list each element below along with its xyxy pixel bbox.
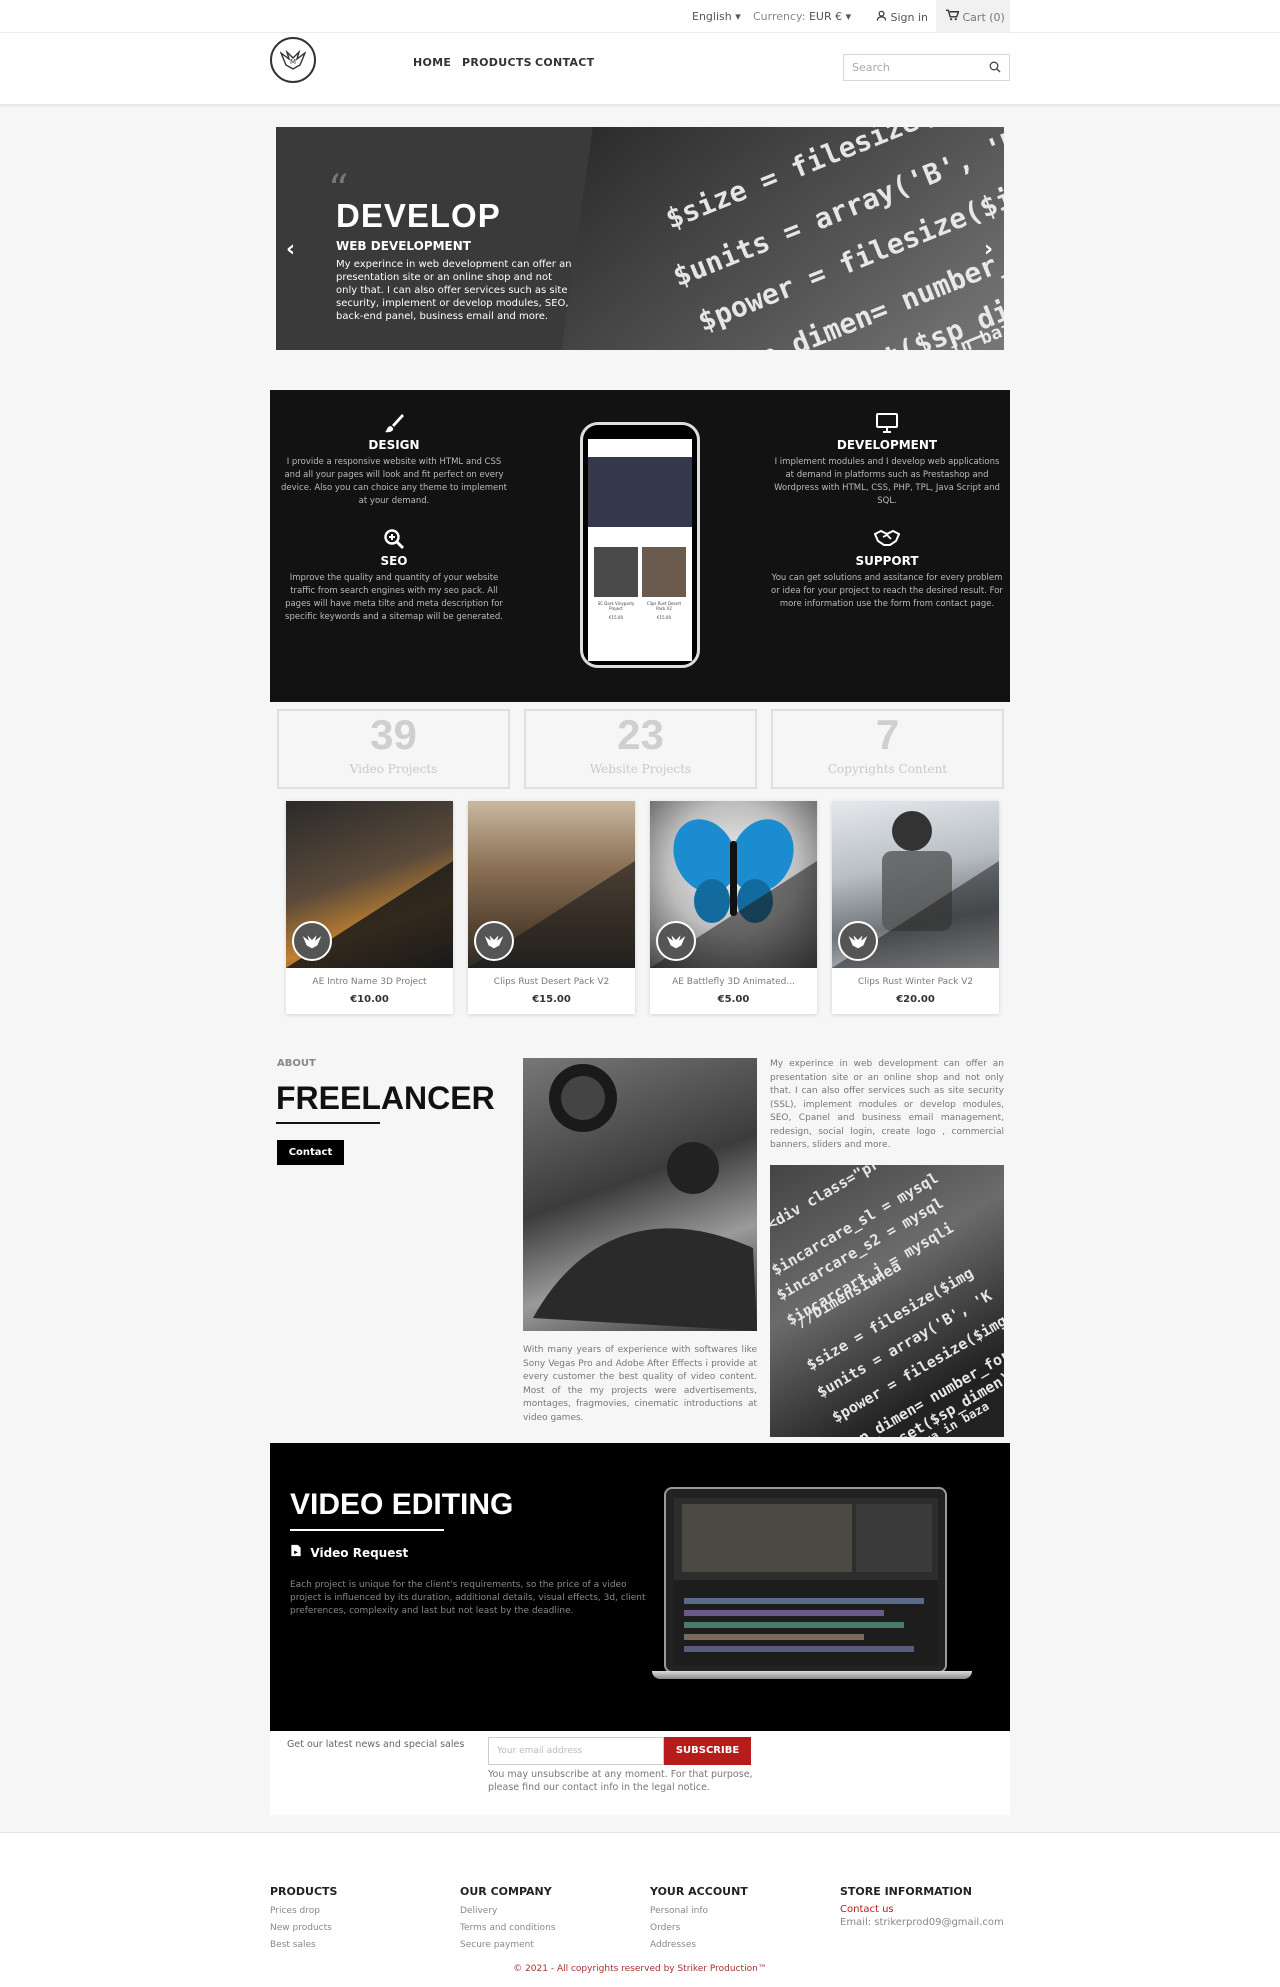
brand-logo-icon	[656, 921, 696, 961]
footer-account: YOUR ACCOUNT Personal info Orders Addres…	[650, 1885, 748, 1954]
phone-mockup-image: SC Dark Vinyparty Project €15.00 Clips R…	[580, 422, 700, 668]
video-text: Each project is unique for the client's …	[290, 1580, 646, 1616]
laptop-mockup-image	[652, 1487, 972, 1679]
brand-logo-icon	[838, 921, 878, 961]
brush-icon	[278, 412, 510, 436]
footer-company: OUR COMPANY Delivery Terms and condition…	[460, 1885, 555, 1954]
menu-home[interactable]: HOME	[413, 56, 451, 69]
user-icon	[876, 10, 891, 24]
video-title: VIDEO EDITING	[290, 1488, 514, 1521]
document-icon	[290, 1544, 306, 1560]
service-design: DESIGN I provide a responsive website wi…	[278, 412, 510, 508]
site-logo[interactable]: M	[270, 37, 316, 83]
currency-selector[interactable]: Currency: EUR € ▾	[753, 10, 851, 23]
cart-icon	[946, 9, 963, 24]
menu-contact[interactable]: CONTACT	[535, 56, 594, 69]
brand-logo-icon	[292, 921, 332, 961]
footer-link[interactable]: New products	[270, 1920, 337, 1937]
product-price: €5.00	[717, 994, 750, 1005]
search-icon[interactable]	[989, 61, 1001, 76]
service-seo: SEO Improve the quality and quantity of …	[278, 528, 510, 624]
contact-button[interactable]: Contact	[277, 1140, 344, 1165]
footer-link[interactable]: Orders	[650, 1920, 748, 1937]
header	[0, 33, 1280, 104]
chevron-right-icon[interactable]: ›	[984, 237, 993, 262]
contact-us-link[interactable]: Contact us	[840, 1903, 1004, 1916]
copyright: © 2021 - All copyrights reserved by Stri…	[513, 1964, 767, 1974]
email-field[interactable]: Your email address	[488, 1737, 664, 1765]
zoom-in-icon	[278, 528, 510, 552]
sign-in-link[interactable]: Sign in	[876, 10, 928, 24]
handshake-icon	[771, 528, 1003, 552]
product-name[interactable]: Clips Rust Winter Pack V2	[832, 977, 999, 987]
footer-store-info: STORE INFORMATION Contact us Email: stri…	[840, 1885, 1004, 1928]
monitor-icon	[771, 412, 1003, 436]
counter-video-projects: 39 Video Projects	[277, 709, 510, 789]
svg-text:M: M	[290, 58, 296, 66]
footer-link[interactable]: Best sales	[270, 1937, 337, 1954]
footer-products: PRODUCTS Prices drop New products Best s…	[270, 1885, 337, 1954]
cart-link[interactable]: Cart (0)	[936, 0, 1010, 33]
product-price: €10.00	[350, 994, 389, 1005]
store-email: Email: strikerprod09@gmail.com	[840, 1917, 1004, 1928]
service-development: DEVELOPMENT I implement modules and I de…	[771, 412, 1003, 508]
hero-slider[interactable]: $size = filesize($ $units = array('B', '…	[276, 127, 1004, 350]
menu-products[interactable]: PRODUCTS	[462, 56, 532, 69]
search-input[interactable]: Search	[843, 54, 1010, 81]
product-price: €15.00	[532, 994, 571, 1005]
product-card[interactable]: Clips Rust Desert Pack V2 €15.00	[468, 801, 635, 1014]
about-text-video: With many years of experience with softw…	[523, 1345, 757, 1423]
footer-link[interactable]: Delivery	[460, 1903, 555, 1920]
product-card[interactable]: Clips Rust Winter Pack V2 €20.00	[832, 801, 999, 1014]
brand-logo-icon	[474, 921, 514, 961]
about-label: ABOUT	[277, 1058, 316, 1069]
newsletter-text: Get our latest news and special sales	[287, 1739, 465, 1750]
video-editing-section: VIDEO EDITING Video Request Each project…	[270, 1443, 1010, 1731]
title-underline	[290, 1529, 444, 1531]
counter-website-projects: 23 Website Projects	[524, 709, 757, 789]
slide-title: DEVELOP	[336, 197, 501, 234]
product-card[interactable]: AE Battlefly 3D Animated... €5.00	[650, 801, 817, 1014]
title-underline	[276, 1122, 380, 1124]
footer-link[interactable]: Personal info	[650, 1903, 748, 1920]
footer-link[interactable]: Terms and conditions	[460, 1920, 555, 1937]
service-support: SUPPORT You can get solutions and assita…	[771, 528, 1003, 611]
product-name[interactable]: AE Intro Name 3D Project	[286, 977, 453, 987]
newsletter-note: You may unsubscribe at any moment. For t…	[488, 1769, 753, 1793]
top-nav: English ▾ Currency: EUR € ▾ Sign in Cart…	[0, 0, 1280, 33]
slide-subtitle: WEB DEVELOPMENT	[336, 239, 471, 253]
footer-link[interactable]: Secure payment	[460, 1937, 555, 1954]
about-title: FREELANCER	[276, 1080, 495, 1116]
video-request-link[interactable]: Video Request	[290, 1544, 408, 1560]
footer-link[interactable]: Prices drop	[270, 1903, 337, 1920]
code-screen-image: <div class="pr $incarcare_sl = mysql $in…	[770, 1165, 1004, 1437]
counter-copyrights-content: 7 Copyrights Content	[771, 709, 1004, 789]
services-section: DESIGN I provide a responsive website wi…	[270, 390, 1010, 702]
product-name[interactable]: AE Battlefly 3D Animated...	[650, 977, 817, 987]
chevron-left-icon[interactable]: ‹	[286, 237, 295, 262]
about-text-web: My experince in web development can offe…	[770, 1059, 1004, 1150]
language-selector[interactable]: English ▾	[692, 10, 741, 23]
slide-text: My experince in web development can offe…	[336, 259, 572, 322]
product-name[interactable]: Clips Rust Desert Pack V2	[468, 977, 635, 987]
subscribe-button[interactable]: SUBSCRIBE	[664, 1737, 751, 1765]
product-price: €20.00	[896, 994, 935, 1005]
product-card[interactable]: AE Intro Name 3D Project €10.00	[286, 801, 453, 1014]
rifle-scope-image	[523, 1058, 757, 1331]
footer-link[interactable]: Addresses	[650, 1937, 748, 1954]
